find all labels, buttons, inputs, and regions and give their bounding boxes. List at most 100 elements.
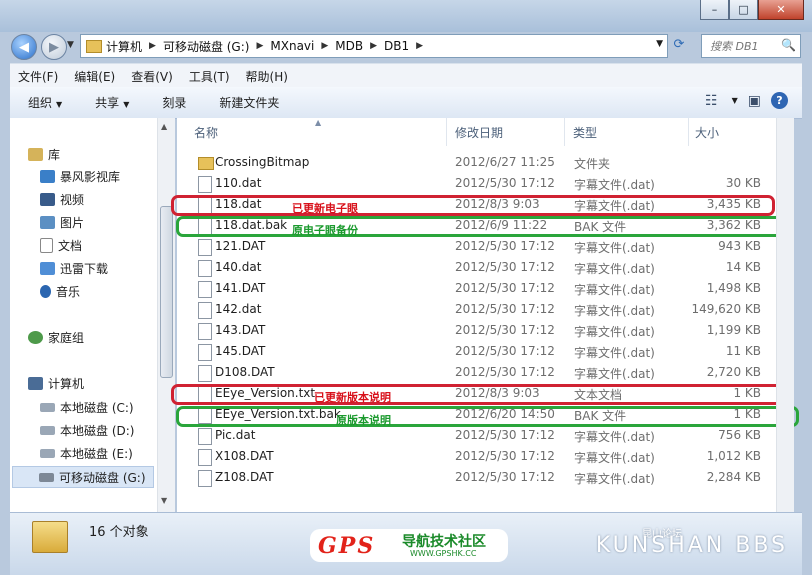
chevron-down-icon: ▼	[123, 100, 130, 109]
sidebar-item-drive-d[interactable]: 本地磁盘 (D:)	[40, 421, 134, 439]
file-row[interactable]: D108.DAT 2012/5/30 17:12 字幕文件(.dat) 2,720 K…	[177, 362, 794, 383]
view-options-dropdown[interactable]: ▼	[732, 96, 738, 105]
file-size: 756 KB	[718, 428, 761, 442]
sidebar-item-music[interactable]: 音乐	[40, 282, 80, 300]
chevron-right-icon[interactable]: ▶	[256, 41, 263, 51]
file-row[interactable]: CrossingBitmap 2012/6/27 11:25 文件夹	[177, 152, 794, 173]
column-header-size[interactable]: 大小	[689, 118, 777, 146]
file-row[interactable]: 142.dat 2012/5/30 17:12 字幕文件(.dat) 149,620 …	[177, 299, 794, 320]
file-row[interactable]: 140.dat 2012/5/30 17:12 字幕文件(.dat) 14 KB	[177, 257, 794, 278]
file-type: 字幕文件(.dat)	[574, 472, 655, 486]
sidebar-item-library[interactable]: 库	[28, 145, 60, 163]
file-row[interactable]: 141.DAT 2012/5/30 17:12 字幕文件(.dat) 1,498 KB	[177, 278, 794, 299]
sidebar-item-label: 可移动磁盘 (G:)	[59, 470, 146, 485]
sidebar-item-drive-g[interactable]: 可移动磁盘 (G:)	[12, 466, 154, 488]
maximize-button[interactable]: □	[729, 0, 758, 20]
view-options-icon[interactable]: ☷	[705, 93, 718, 109]
sidebar-item-thunder-downloads[interactable]: 迅雷下载	[40, 259, 108, 277]
menu-view[interactable]: 查看(V)	[123, 68, 181, 85]
recent-pages-dropdown[interactable]: ▼	[67, 40, 74, 50]
file-row[interactable]: 145.DAT 2012/5/30 17:12 字幕文件(.dat) 11 KB	[177, 341, 794, 362]
search-icon[interactable]: 🔍	[781, 38, 796, 52]
search-box[interactable]: 🔍	[701, 34, 801, 58]
menu-file[interactable]: 文件(F)	[10, 68, 66, 85]
sidebar-item-pictures[interactable]: 图片	[40, 213, 84, 231]
breadcrumb-computer[interactable]: 计算机 ▶	[106, 38, 163, 55]
hard-drive-icon	[40, 425, 55, 435]
scroll-up-icon[interactable]: ▲	[161, 122, 167, 131]
file-list-scrollbar[interactable]	[776, 118, 794, 512]
file-size: 30 KB	[725, 176, 761, 190]
breadcrumb-drive-g[interactable]: 可移动磁盘 (G:) ▶	[163, 38, 270, 55]
sidebar-item-drive-c[interactable]: 本地磁盘 (C:)	[40, 398, 134, 416]
column-header-date[interactable]: 修改日期	[447, 118, 565, 146]
chevron-right-icon[interactable]: ▶	[416, 41, 423, 51]
sidebar-scrollbar[interactable]: ▲ ▼	[157, 118, 175, 512]
sidebar-item-computer[interactable]: 计算机	[28, 374, 84, 392]
chevron-right-icon[interactable]: ▶	[149, 41, 156, 51]
sidebar-item-label: 本地磁盘 (C:)	[60, 400, 134, 415]
menu-help[interactable]: 帮助(H)	[238, 68, 296, 85]
sidebar-item-drive-e[interactable]: 本地磁盘 (E:)	[40, 444, 133, 462]
file-row[interactable]: Z108.DAT 2012/5/30 17:12 字幕文件(.dat) 2,284 K…	[177, 467, 794, 488]
file-date: 2012/5/30 17:12	[455, 449, 555, 463]
site-watermark: KUNSHAN BBS	[595, 533, 788, 558]
file-size: 2,284 KB	[706, 470, 761, 484]
document-icon	[40, 237, 53, 253]
file-icon	[198, 281, 212, 298]
sidebar-item-label: 家庭组	[48, 330, 85, 345]
back-button[interactable]: ◀	[11, 34, 37, 60]
file-row[interactable]: 143.DAT 2012/5/30 17:12 字幕文件(.dat) 1,199 KB	[177, 320, 794, 341]
scroll-down-icon[interactable]: ▼	[161, 496, 167, 505]
annotation-eeye-bak: 原版本说明	[336, 414, 391, 427]
refresh-icon[interactable]: ⟳	[670, 37, 688, 53]
new-folder-button[interactable]: 新建文件夹	[201, 94, 294, 111]
address-dropdown-icon[interactable]: ▼	[656, 39, 663, 49]
forward-button[interactable]: ▶	[41, 34, 67, 60]
homegroup-icon	[28, 330, 43, 344]
address-bar[interactable]: 计算机 ▶ 可移动磁盘 (G:) ▶ MXnavi ▶ MDB ▶ DB1 ▶ ▼	[80, 34, 668, 58]
removable-drive-icon	[39, 472, 54, 482]
annotation-118: 已更新电子眼	[292, 202, 358, 215]
file-icon	[198, 323, 212, 340]
column-header-type[interactable]: 类型	[565, 118, 689, 146]
sidebar-item-videos[interactable]: 视频	[40, 190, 84, 208]
search-input[interactable]	[708, 35, 786, 57]
file-size: 149,620 KB	[691, 302, 761, 316]
sidebar-item-baofeng[interactable]: 暴风影视库	[40, 167, 120, 185]
menu-tools[interactable]: 工具(T)	[181, 68, 238, 85]
chevron-right-icon[interactable]: ▶	[321, 41, 328, 51]
file-row[interactable]: 121.DAT 2012/5/30 17:12 字幕文件(.dat) 943 KB	[177, 236, 794, 257]
sidebar-item-homegroup[interactable]: 家庭组	[28, 328, 84, 346]
share-button[interactable]: 共享 ▼	[77, 94, 144, 111]
file-name: X108.DAT	[215, 449, 274, 463]
column-header-name[interactable]: 名称	[177, 118, 447, 146]
sidebar-scroll-thumb[interactable]	[160, 206, 173, 378]
breadcrumb-mdb[interactable]: MDB ▶	[335, 39, 384, 53]
chevron-right-icon[interactable]: ▶	[370, 41, 377, 51]
preview-pane-icon[interactable]: ▣	[748, 93, 761, 109]
title-bar: – □ ✕	[0, 0, 812, 32]
file-type: 字幕文件(.dat)	[574, 178, 655, 192]
minimize-button[interactable]: –	[700, 0, 729, 20]
file-name: 145.DAT	[215, 344, 266, 358]
file-date: 2012/5/30 17:12	[455, 281, 555, 295]
window-controls: – □ ✕	[700, 0, 804, 20]
burn-button[interactable]: 刻录	[144, 94, 201, 111]
sidebar-item-label: 迅雷下载	[60, 261, 109, 276]
close-button[interactable]: ✕	[758, 0, 804, 20]
file-row[interactable]: 110.dat 2012/5/30 17:12 字幕文件(.dat) 30 KB	[177, 173, 794, 194]
organize-button[interactable]: 组织 ▼	[10, 94, 77, 111]
file-row[interactable]: X108.DAT 2012/5/30 17:12 字幕文件(.dat) 1,012 K…	[177, 446, 794, 467]
file-row[interactable]: Pic.dat 2012/5/30 17:12 字幕文件(.dat) 756 KB	[177, 425, 794, 446]
file-icon	[198, 470, 212, 487]
breadcrumb-db1[interactable]: DB1 ▶	[384, 39, 430, 53]
breadcrumb-label: MDB	[335, 39, 364, 53]
sidebar-item-documents[interactable]: 文档	[40, 236, 82, 254]
breadcrumb-mxnavi[interactable]: MXnavi ▶	[270, 39, 335, 53]
file-date: 2012/5/30 17:12	[455, 239, 555, 253]
item-count: 16 个对象	[89, 525, 149, 540]
menu-edit[interactable]: 编辑(E)	[66, 68, 123, 85]
help-icon[interactable]: ?	[771, 92, 788, 109]
file-size: 1,012 KB	[706, 449, 761, 463]
